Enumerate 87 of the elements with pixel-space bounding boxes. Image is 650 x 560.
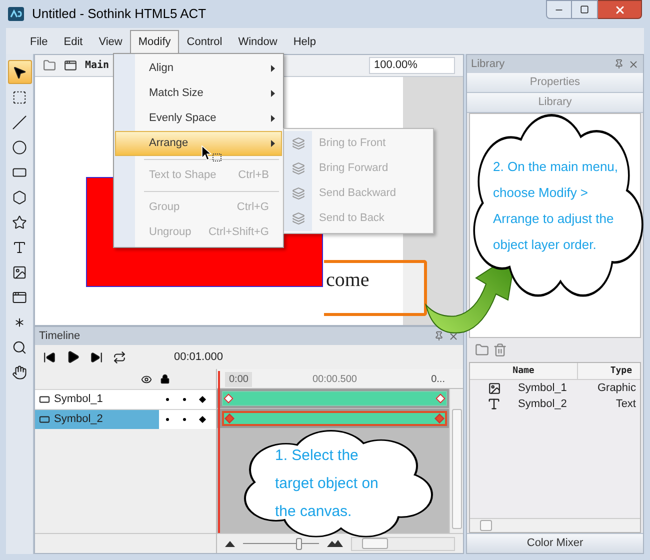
breadcrumb-text[interactable]: Main xyxy=(85,58,110,73)
oval-icon xyxy=(12,140,27,154)
small-mountain-icon[interactable] xyxy=(225,540,235,546)
column-header[interactable]: Name xyxy=(470,363,578,379)
graphic-symbol-icon xyxy=(488,382,500,394)
mouse-cursor-icon xyxy=(201,145,223,163)
pin-icon[interactable] xyxy=(614,59,624,69)
menu-item[interactable]: Modify xyxy=(130,30,179,54)
menu-item[interactable]: Control xyxy=(178,30,230,54)
close-button[interactable] xyxy=(598,0,642,19)
skip-forward-icon[interactable] xyxy=(90,350,103,364)
close-icon[interactable] xyxy=(628,58,639,70)
layer-icon xyxy=(39,414,50,425)
submenu-arrow-icon xyxy=(271,115,275,122)
submenu-arrow-icon xyxy=(271,65,275,72)
maximize-button[interactable] xyxy=(572,0,598,19)
text-symbol-icon xyxy=(487,397,501,411)
layer-row[interactable]: Symbol_2 xyxy=(35,409,216,429)
tool-button[interactable] xyxy=(8,60,32,84)
menu-entry[interactable]: Evenly Space xyxy=(115,106,282,131)
symbol-type: Text xyxy=(614,396,637,412)
vertical-scrollbar[interactable] xyxy=(449,389,463,533)
layers-icon xyxy=(292,187,304,200)
frame-icon xyxy=(12,290,27,304)
symbol-icon xyxy=(64,59,77,72)
image-icon xyxy=(12,264,27,280)
symbol-name: Symbol_2 xyxy=(518,396,568,412)
close-icon xyxy=(614,4,626,16)
column-header[interactable]: Type xyxy=(578,363,640,379)
symbol-type: Graphic xyxy=(596,380,637,396)
symbol-name: Symbol_1 xyxy=(518,380,568,396)
zoom-field[interactable]: 100.00% xyxy=(369,57,455,74)
layer-icon xyxy=(39,394,50,405)
menu-entry[interactable]: Align xyxy=(115,56,282,81)
large-mountain-icon[interactable] xyxy=(327,540,343,547)
search-icon xyxy=(12,340,27,354)
menu-item[interactable]: File xyxy=(22,30,56,54)
ruler-label: 0:00 xyxy=(225,372,252,387)
panel-title: Timeline xyxy=(39,328,80,344)
menu-item[interactable]: View xyxy=(90,30,130,54)
slider-thumb[interactable] xyxy=(296,538,302,550)
text-object[interactable]: come xyxy=(324,260,427,316)
text-object-text: come xyxy=(325,268,370,293)
pointer-icon xyxy=(12,64,27,80)
layer-name: Symbol_2 xyxy=(54,412,103,428)
line-icon xyxy=(12,114,27,130)
skip-back-icon[interactable] xyxy=(43,350,56,364)
play-icon[interactable] xyxy=(66,350,80,364)
maximize-icon xyxy=(580,5,589,14)
loop-icon[interactable] xyxy=(113,350,126,364)
hand-icon xyxy=(12,364,27,380)
window-title: Untitled - Sothink HTML5 ACT xyxy=(32,5,206,24)
horizontal-scrollbar[interactable] xyxy=(351,536,455,550)
menu-entry[interactable]: Match Size xyxy=(115,81,282,106)
transform-icon xyxy=(12,90,27,104)
library-row[interactable]: Symbol_2 Text xyxy=(470,396,640,412)
folder-icon xyxy=(43,59,56,72)
close-icon[interactable] xyxy=(448,330,459,342)
submenu-arrow-icon xyxy=(271,140,275,147)
eye-icon[interactable] xyxy=(141,374,152,384)
menu-item[interactable]: Window xyxy=(230,30,286,54)
hexagon-icon xyxy=(12,190,27,204)
layers-icon xyxy=(292,212,304,225)
ruler-label: 00:00.500 xyxy=(312,373,357,387)
star-icon xyxy=(12,214,27,230)
panel-title: Library xyxy=(471,56,505,72)
library-row[interactable]: Symbol_1 Graphic xyxy=(470,380,640,396)
trash-icon[interactable] xyxy=(493,343,507,357)
color-mixer-tab[interactable]: Color Mixer xyxy=(467,533,643,553)
horizontal-scrollbar[interactable] xyxy=(470,518,640,532)
app-logo-icon xyxy=(8,7,24,21)
submenu-arrow-icon xyxy=(271,90,275,97)
folder-icon[interactable] xyxy=(475,343,489,357)
layer-name: Symbol_1 xyxy=(54,392,103,408)
menu-item[interactable]: Edit xyxy=(56,30,91,54)
text-icon xyxy=(12,240,27,254)
lock-icon[interactable] xyxy=(160,374,170,384)
callout-text: 1. Select the target object on the canvas. xyxy=(275,446,380,522)
callout-text: 2. On the main menu, choose Modify > Arrange to adjust the object layer order. xyxy=(493,158,619,254)
time-readout: 00:01.000 xyxy=(174,350,223,365)
ruler-label: 0... xyxy=(431,373,445,387)
layer-row[interactable]: Symbol_1 xyxy=(35,389,216,409)
pin-icon[interactable] xyxy=(434,331,444,341)
layers-icon xyxy=(292,162,304,175)
menu-entry[interactable]: Arrange xyxy=(115,131,282,156)
menu-item[interactable]: Help xyxy=(285,30,324,54)
layers-icon xyxy=(292,137,304,150)
